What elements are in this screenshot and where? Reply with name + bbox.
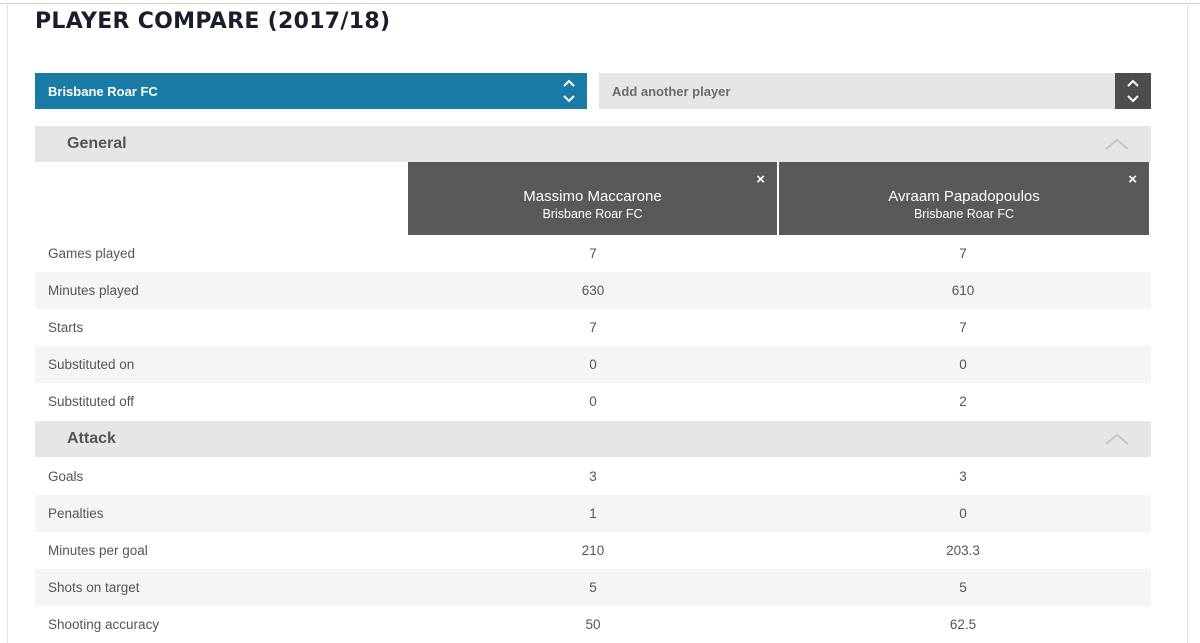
player-header-row: × Massimo Maccarone Brisbane Roar FC × A… (35, 162, 1151, 235)
section-title: General (67, 135, 127, 152)
stat-label: Games played (48, 246, 136, 261)
stat-value: 3 (959, 469, 967, 484)
chevron-up-down-icon[interactable] (1115, 73, 1151, 109)
stat-value: 0 (959, 357, 967, 372)
player-team: Brisbane Roar FC (542, 207, 643, 221)
stat-label: Goals (48, 469, 84, 484)
top-divider (0, 3, 1200, 4)
player-name: Avraam Papadopoulos (888, 188, 1040, 205)
stat-value: 0 (589, 357, 597, 372)
section-header-general[interactable]: General (35, 126, 1151, 162)
stat-row: Substituted off 0 2 (35, 383, 1151, 420)
stat-label: Substituted off (48, 394, 135, 409)
stat-label: Minutes played (48, 283, 139, 298)
add-player-select[interactable]: Add another player (599, 73, 1151, 109)
chevron-up-down-icon[interactable] (551, 73, 587, 109)
stat-value: 1 (589, 506, 597, 521)
stat-label: Minutes per goal (48, 543, 148, 558)
stat-value: 210 (581, 543, 605, 558)
page-title: PLAYER COMPARE (2017/18) (35, 9, 391, 34)
stat-label: Penalties (48, 506, 104, 521)
stat-value: 0 (589, 394, 597, 409)
frame-border-left (7, 3, 8, 643)
player-column-header: × Avraam Papadopoulos Brisbane Roar FC (779, 162, 1149, 235)
stat-row: Goals 3 3 (35, 458, 1151, 495)
stat-row: Minutes per goal 210 203.3 (35, 532, 1151, 569)
team-select-value: Brisbane Roar FC (48, 83, 158, 99)
stat-value: 7 (959, 246, 967, 261)
chevron-up-icon[interactable] (1105, 433, 1129, 445)
frame-border-right (1187, 3, 1188, 643)
stat-row: Minutes played 630 610 (35, 272, 1151, 309)
stat-value: 50 (585, 617, 601, 632)
chevron-up-icon[interactable] (1105, 138, 1129, 150)
stat-value: 630 (581, 283, 605, 298)
stat-row: Substituted on 0 0 (35, 346, 1151, 383)
stat-value: 203.3 (946, 543, 980, 558)
stat-row: Shots on target 5 5 (35, 569, 1151, 606)
stat-value: 0 (959, 506, 967, 521)
stat-label: Substituted on (48, 357, 135, 372)
add-player-placeholder: Add another player (612, 83, 731, 99)
stat-label: Shots on target (48, 580, 140, 595)
stat-value: 7 (959, 320, 967, 335)
close-icon[interactable]: × (756, 171, 765, 188)
team-select[interactable]: Brisbane Roar FC (35, 73, 587, 109)
section-header-attack[interactable]: Attack (35, 421, 1151, 457)
stat-row: Games played 7 7 (35, 235, 1151, 272)
stat-row: Penalties 1 0 (35, 495, 1151, 532)
player-name: Massimo Maccarone (523, 188, 662, 205)
stat-value: 5 (959, 580, 967, 595)
stat-value: 3 (589, 469, 597, 484)
stat-value: 2 (959, 394, 967, 409)
stat-value: 610 (951, 283, 975, 298)
stat-value: 5 (589, 580, 597, 595)
stat-label: Shooting accuracy (48, 617, 160, 632)
stat-value: 7 (589, 246, 597, 261)
stat-row: Shooting accuracy 50 62.5 (35, 606, 1151, 643)
stat-value: 7 (589, 320, 597, 335)
stat-label: Starts (48, 320, 84, 335)
stat-row: Starts 7 7 (35, 309, 1151, 346)
player-team: Brisbane Roar FC (913, 207, 1015, 221)
stat-value: 62.5 (949, 617, 977, 632)
player-column-header: × Massimo Maccarone Brisbane Roar FC (408, 162, 777, 235)
close-icon[interactable]: × (1128, 171, 1137, 188)
section-title: Attack (67, 430, 116, 447)
